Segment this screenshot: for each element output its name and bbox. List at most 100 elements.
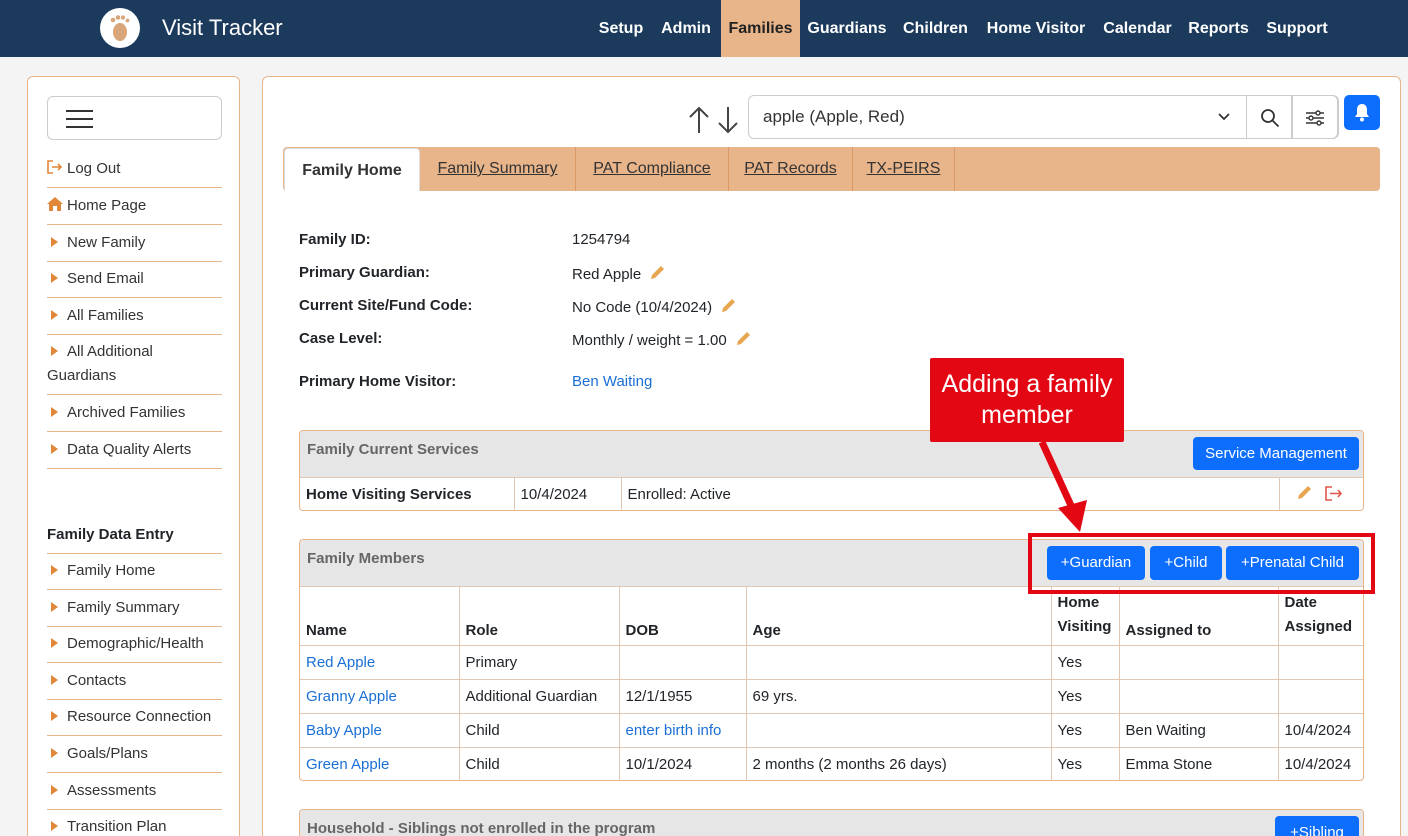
member-name-link[interactable]: Baby Apple <box>300 713 460 748</box>
caret-right-icon <box>51 675 58 685</box>
household-title: Household - Siblings not enrolled in the… <box>307 820 656 836</box>
table-header-row: Name Role DOB Age Home Visiting Assigned… <box>300 586 1363 646</box>
member-home-visiting: Yes <box>1050 645 1120 680</box>
hamburger-icon-bar <box>66 126 93 128</box>
chevron-down-icon[interactable] <box>1217 109 1231 123</box>
member-age <box>745 713 1052 748</box>
tab-pat-records[interactable]: PAT Records <box>729 147 853 191</box>
col-assigned-to: Assigned to <box>1118 586 1279 646</box>
member-date-assigned: 10/4/2024 <box>1277 747 1363 780</box>
nav-support[interactable]: Support <box>1260 0 1334 57</box>
arrow-down-icon[interactable] <box>716 105 740 135</box>
enter-birth-info-link[interactable]: enter birth info <box>618 713 747 748</box>
sidebar-item-family-summary[interactable]: Family Summary <box>47 596 222 627</box>
sidebar-item-archived-families[interactable]: Archived Families <box>47 401 222 432</box>
sidebar-item-new-family[interactable]: New Family <box>47 231 222 262</box>
member-date-assigned <box>1277 679 1363 714</box>
table-row: Baby Apple Child enter birth info Yes Be… <box>300 713 1363 748</box>
nav-families[interactable]: Families <box>721 0 800 57</box>
pencil-icon[interactable] <box>720 297 737 314</box>
member-dob: 12/1/1955 <box>618 679 747 714</box>
primary-home-visitor-label: Primary Home Visitor: <box>299 373 457 390</box>
member-name-link[interactable]: Green Apple <box>300 747 460 780</box>
notifications-button[interactable] <box>1344 95 1380 130</box>
tab-tx-peirs[interactable]: TX-PEIRS <box>853 147 955 191</box>
sidebar-item-label: Send Email <box>67 270 144 287</box>
family-id-label: Family ID: <box>299 231 371 248</box>
search-button[interactable] <box>1246 95 1292 139</box>
tab-family-summary[interactable]: Family Summary <box>420 147 576 191</box>
sidebar-item-label: Family Home <box>67 562 156 579</box>
primary-home-visitor-link[interactable]: Ben Waiting <box>572 373 652 390</box>
service-date: 10/4/2024 <box>513 477 622 510</box>
caret-right-icon <box>51 821 58 831</box>
sidebar-item-send-email[interactable]: Send Email <box>47 267 222 298</box>
col-date-assigned: Date Assigned <box>1277 586 1363 646</box>
sidebar-item-label: Home Page <box>67 197 147 214</box>
member-dob: 10/1/2024 <box>618 747 747 780</box>
pencil-icon[interactable] <box>1296 484 1313 501</box>
sidebar-item-logout[interactable]: Log Out <box>47 157 222 188</box>
caret-right-icon <box>51 602 58 612</box>
hamburger-icon-bar <box>66 118 93 120</box>
menu-toggle-button[interactable] <box>47 96 222 140</box>
filter-settings-button[interactable] <box>1292 95 1338 139</box>
nav-setup[interactable]: Setup <box>591 0 651 57</box>
service-name: Home Visiting Services <box>300 477 515 510</box>
sidebar-item-assessments[interactable]: Assessments <box>47 779 222 810</box>
sidebar-item-goals-plans[interactable]: Goals/Plans <box>47 742 222 773</box>
sidebar-item-demographic-health[interactable]: Demographic/Health <box>47 632 222 663</box>
sidebar-item-label: Log Out <box>67 160 121 177</box>
member-name-link[interactable]: Granny Apple <box>300 679 460 714</box>
table-row: Granny Apple Additional Guardian 12/1/19… <box>300 679 1363 714</box>
case-level-value: Monthly / weight = 1.00 <box>572 332 727 349</box>
sidebar-item-resource-connection[interactable]: Resource Connection <box>47 705 222 736</box>
sidebar-item-all-families[interactable]: All Families <box>47 304 222 335</box>
sidebar-item-home-page[interactable]: Home Page <box>47 194 222 225</box>
site-fund-code-field: No Code (10/4/2024) <box>572 297 737 316</box>
service-status: Enrolled: Active <box>620 477 1280 510</box>
primary-guardian-label: Primary Guardian: <box>299 264 430 281</box>
service-management-button[interactable]: Service Management <box>1193 437 1359 470</box>
members-table: Name Role DOB Age Home Visiting Assigned… <box>300 586 1363 780</box>
sidebar-item-label: Transition Plan <box>67 818 167 835</box>
nav-admin[interactable]: Admin <box>656 0 716 57</box>
sidebar-item-family-home[interactable]: Family Home <box>47 559 222 590</box>
tab-family-home[interactable]: Family Home <box>284 148 420 191</box>
member-name-link[interactable]: Red Apple <box>300 645 460 680</box>
pencil-icon[interactable] <box>649 264 666 281</box>
sidebar-item-transition-plan[interactable]: Transition Plan <box>47 815 222 836</box>
pencil-icon[interactable] <box>735 330 752 347</box>
nav-reports[interactable]: Reports <box>1184 0 1253 57</box>
exit-icon[interactable] <box>1324 486 1343 501</box>
nav-children[interactable]: Children <box>898 0 973 57</box>
add-sibling-button[interactable]: +Sibling <box>1275 816 1359 836</box>
family-tabs: Family Home Family Summary PAT Complianc… <box>283 147 1380 191</box>
sidebar-item-label: Demographic/Health <box>67 635 204 652</box>
footprint-logo-icon[interactable] <box>100 8 140 48</box>
household-siblings-card: Household - Siblings not enrolled in the… <box>299 809 1364 836</box>
nav-calendar[interactable]: Calendar <box>1099 0 1176 57</box>
hamburger-icon <box>66 110 93 112</box>
caret-right-icon <box>51 407 58 417</box>
sidebar-item-label: Goals/Plans <box>67 745 148 762</box>
sidebar-item-label: Contacts <box>67 672 127 689</box>
nav-guardians[interactable]: Guardians <box>804 0 890 57</box>
member-role: Additional Guardian <box>458 679 620 714</box>
sidebar-item-contacts[interactable]: Contacts <box>47 669 222 700</box>
arrow-up-icon[interactable] <box>687 105 711 135</box>
primary-guardian-field: Red Apple <box>572 264 666 283</box>
member-role: Primary <box>458 645 620 680</box>
services-title: Family Current Services <box>307 441 479 458</box>
current-services-card: Family Current Services Service Manageme… <box>299 430 1364 511</box>
family-search-select[interactable]: apple (Apple, Red) <box>748 95 1339 139</box>
primary-guardian-value: Red Apple <box>572 266 642 283</box>
tab-pat-compliance[interactable]: PAT Compliance <box>576 147 729 191</box>
sidebar-item-label: Data Quality Alerts <box>67 441 192 458</box>
sidebar-item-all-additional-guardians[interactable]: All Additional Guardians <box>47 340 222 395</box>
sidebar-item-data-quality-alerts[interactable]: Data Quality Alerts <box>47 438 222 469</box>
caret-right-icon <box>51 310 58 320</box>
sidebar-item-label: Archived Families <box>67 404 186 421</box>
case-level-field: Monthly / weight = 1.00 <box>572 330 752 349</box>
nav-home-visitor[interactable]: Home Visitor <box>980 0 1092 57</box>
